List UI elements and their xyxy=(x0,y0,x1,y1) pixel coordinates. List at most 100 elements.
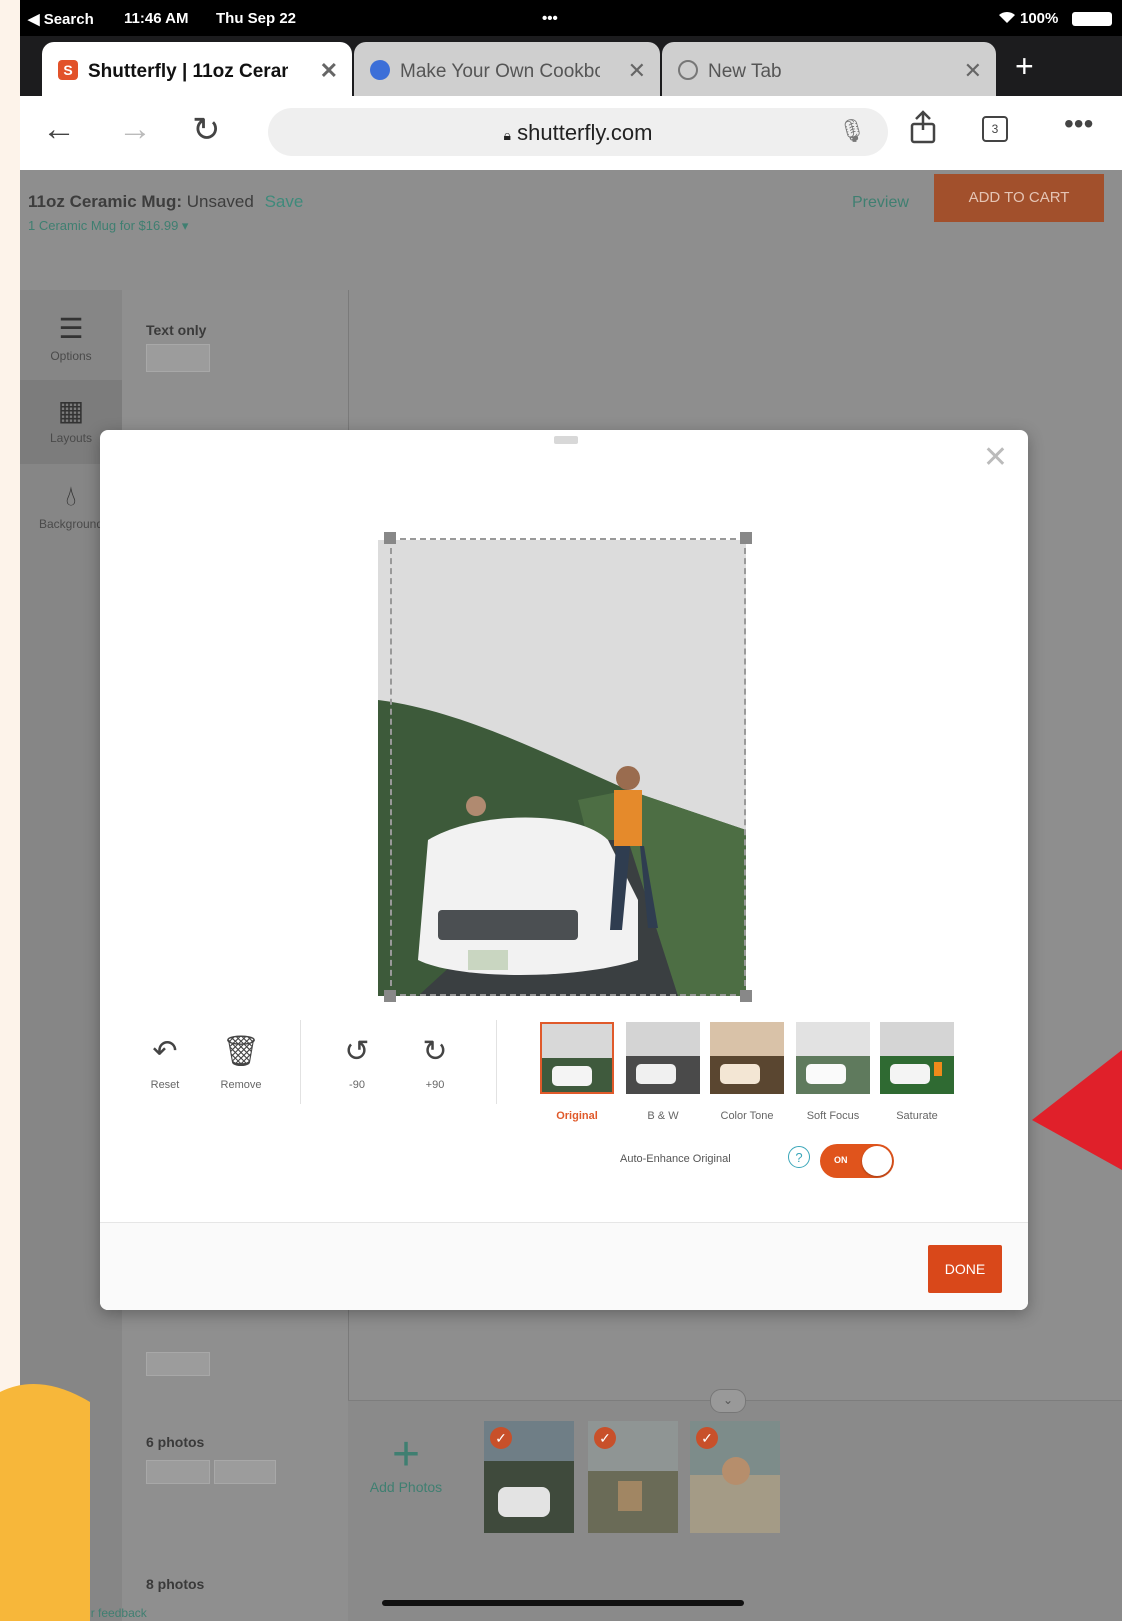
microphone-icon[interactable]: 🎙︎ xyxy=(838,118,866,144)
multitask-dots[interactable]: ••• xyxy=(542,10,558,27)
share-icon[interactable] xyxy=(910,110,936,149)
status-time: 11:46 AM xyxy=(124,10,189,27)
sidebar-item-label: Background xyxy=(38,517,104,531)
rotate-left-icon: ↺ xyxy=(344,1035,370,1068)
undo-icon: ↶ xyxy=(152,1035,178,1068)
auto-enhance-toggle[interactable]: ON xyxy=(820,1144,894,1178)
reload-icon[interactable]: ↻ xyxy=(192,110,221,150)
status-bar: ◀ Search 11:46 AM Thu Sep 22 ••• 100% xyxy=(20,0,1122,36)
rotate-left-label: -90 xyxy=(349,1079,365,1091)
chevron-down-icon[interactable]: ⌄ xyxy=(710,1389,746,1413)
rotate-right-label: +90 xyxy=(425,1079,445,1091)
yellow-decoration xyxy=(0,1384,90,1621)
reset-label: Reset xyxy=(150,1079,180,1091)
save-link[interactable]: Save xyxy=(265,192,304,211)
drag-handle[interactable] xyxy=(554,436,578,444)
tab-shutterfly[interactable]: S Shutterfly | 11oz Ceramic ✕ xyxy=(42,42,352,96)
tray-photo-thumb[interactable]: ✓ xyxy=(588,1421,678,1533)
remove-button[interactable]: 🗑︎ Remove xyxy=(206,1034,276,1091)
tab-cookbook[interactable]: Make Your Own Cookbo ✕ xyxy=(354,42,660,96)
tab-bar: S Shutterfly | 11oz Ceramic ✕ Make Your … xyxy=(20,36,1122,96)
layout-option[interactable] xyxy=(146,1352,210,1376)
address-bar: ← → ↻ 🔒︎ shutterfly.com 🎙︎ 3 ••• xyxy=(20,96,1122,170)
close-tab-icon[interactable]: ✕ xyxy=(320,58,338,84)
close-tab-icon[interactable]: ✕ xyxy=(628,58,646,84)
crop-handle-top-right[interactable] xyxy=(740,532,752,544)
tab-count-icon[interactable]: 3 xyxy=(982,116,1008,142)
battery-icon xyxy=(1072,12,1112,26)
ipad-screen: ◀ Search 11:46 AM Thu Sep 22 ••• 100% S … xyxy=(20,0,1122,1621)
crop-handle-bottom-left[interactable] xyxy=(384,990,396,1002)
back-arrow-icon[interactable]: ← xyxy=(42,110,76,149)
new-tab-plus-icon[interactable]: + xyxy=(1015,48,1034,85)
more-options-icon[interactable]: ••• xyxy=(1064,108,1093,140)
filter-soft-focus[interactable]: Soft Focus xyxy=(796,1022,870,1122)
layout-six-photos-option[interactable] xyxy=(214,1460,276,1484)
layout-text-only-label: Text only xyxy=(146,322,207,338)
price-dropdown[interactable]: 1 Ceramic Mug for $16.99 ▾ xyxy=(28,218,188,234)
tab-label: Make Your Own Cookbo xyxy=(400,61,600,82)
cookbook-favicon-icon xyxy=(370,60,390,80)
sidebar-item-options[interactable]: ☰ Options xyxy=(20,312,122,363)
rotate-left-button[interactable]: ↺ -90 xyxy=(322,1034,392,1091)
forward-arrow-icon[interactable]: → xyxy=(118,110,152,149)
toggle-knob xyxy=(862,1146,892,1176)
tab-label: Shutterfly | 11oz Ceramic xyxy=(88,61,288,82)
filter-color-tone[interactable]: Color Tone xyxy=(710,1022,784,1122)
battery-level: 100% xyxy=(1020,10,1059,27)
filter-label: Color Tone xyxy=(720,1110,774,1122)
red-arrow-decoration xyxy=(1032,1050,1122,1170)
check-icon: ✓ xyxy=(696,1427,718,1449)
back-to-search[interactable]: ◀ Search xyxy=(28,10,94,28)
home-indicator xyxy=(382,1600,744,1606)
layout-six-photos-option[interactable] xyxy=(146,1460,210,1484)
crop-handle-top-left[interactable] xyxy=(384,532,396,544)
tray-photo-thumb[interactable]: ✓ xyxy=(690,1421,780,1533)
add-to-cart-button[interactable]: ADD TO CART xyxy=(934,174,1104,222)
url-field[interactable]: 🔒︎ shutterfly.com 🎙︎ xyxy=(268,108,888,156)
sidebar-item-label: Options xyxy=(50,349,92,363)
crop-handle-bottom-right[interactable] xyxy=(740,990,752,1002)
check-icon: ✓ xyxy=(490,1427,512,1449)
close-icon[interactable]: ✕ xyxy=(983,440,1008,475)
page-title: 11oz Ceramic Mug: Unsaved Save xyxy=(28,192,303,212)
sidebar-item-label: Layouts xyxy=(49,431,93,445)
modal-footer xyxy=(100,1223,1028,1310)
tab-label: New Tab xyxy=(708,61,782,82)
layout-grid-icon: ▦ xyxy=(57,395,85,426)
filter-bw[interactable]: B & W xyxy=(626,1022,700,1122)
plus-icon: + xyxy=(391,1428,421,1481)
tray-photo-thumb[interactable]: ✓ xyxy=(484,1421,574,1533)
preview-link[interactable]: Preview xyxy=(852,194,909,212)
layout-text-only-option[interactable] xyxy=(146,344,210,372)
photo-tray: ⌄ + Add Photos ✓ ✓ ✓ xyxy=(348,1389,1122,1621)
filter-original[interactable]: Original xyxy=(540,1022,614,1122)
filter-label: Saturate xyxy=(896,1110,938,1122)
tab-new-tab[interactable]: New Tab ✕ xyxy=(662,42,996,96)
filter-label: Soft Focus xyxy=(806,1110,860,1122)
layout-six-photos-label: 6 photos xyxy=(146,1434,205,1450)
remove-label: Remove xyxy=(220,1079,262,1091)
filter-saturate[interactable]: Saturate xyxy=(880,1022,954,1122)
product-title: 11oz Ceramic Mug: xyxy=(28,192,182,211)
toggle-state: ON xyxy=(834,1155,848,1165)
done-button[interactable]: DONE xyxy=(928,1245,1002,1293)
close-tab-icon[interactable]: ✕ xyxy=(964,58,982,84)
add-photos-button[interactable]: + Add Photos xyxy=(358,1428,454,1496)
auto-enhance-label: Auto-Enhance Original xyxy=(620,1153,731,1165)
filter-label: Original xyxy=(556,1110,598,1122)
check-icon: ✓ xyxy=(594,1427,616,1449)
photo-editor-modal: ✕ ↶ Reset 🗑︎ Remove ↺ -90 ↻ +90 Original… xyxy=(100,430,1028,1310)
url-text: shutterfly.com xyxy=(517,120,653,145)
globe-icon xyxy=(678,60,698,80)
list-icon: ☰ xyxy=(58,313,84,344)
help-icon[interactable]: ? xyxy=(788,1146,810,1168)
divider xyxy=(300,1020,301,1104)
layout-eight-photos-label: 8 photos xyxy=(146,1576,205,1592)
reset-button[interactable]: ↶ Reset xyxy=(130,1034,200,1091)
rotate-right-button[interactable]: ↻ +90 xyxy=(400,1034,470,1091)
crop-frame[interactable] xyxy=(390,538,746,996)
lock-icon: 🔒︎ xyxy=(503,127,511,143)
add-photos-label: Add Photos xyxy=(369,1479,443,1495)
wifi-icon xyxy=(998,10,1016,28)
